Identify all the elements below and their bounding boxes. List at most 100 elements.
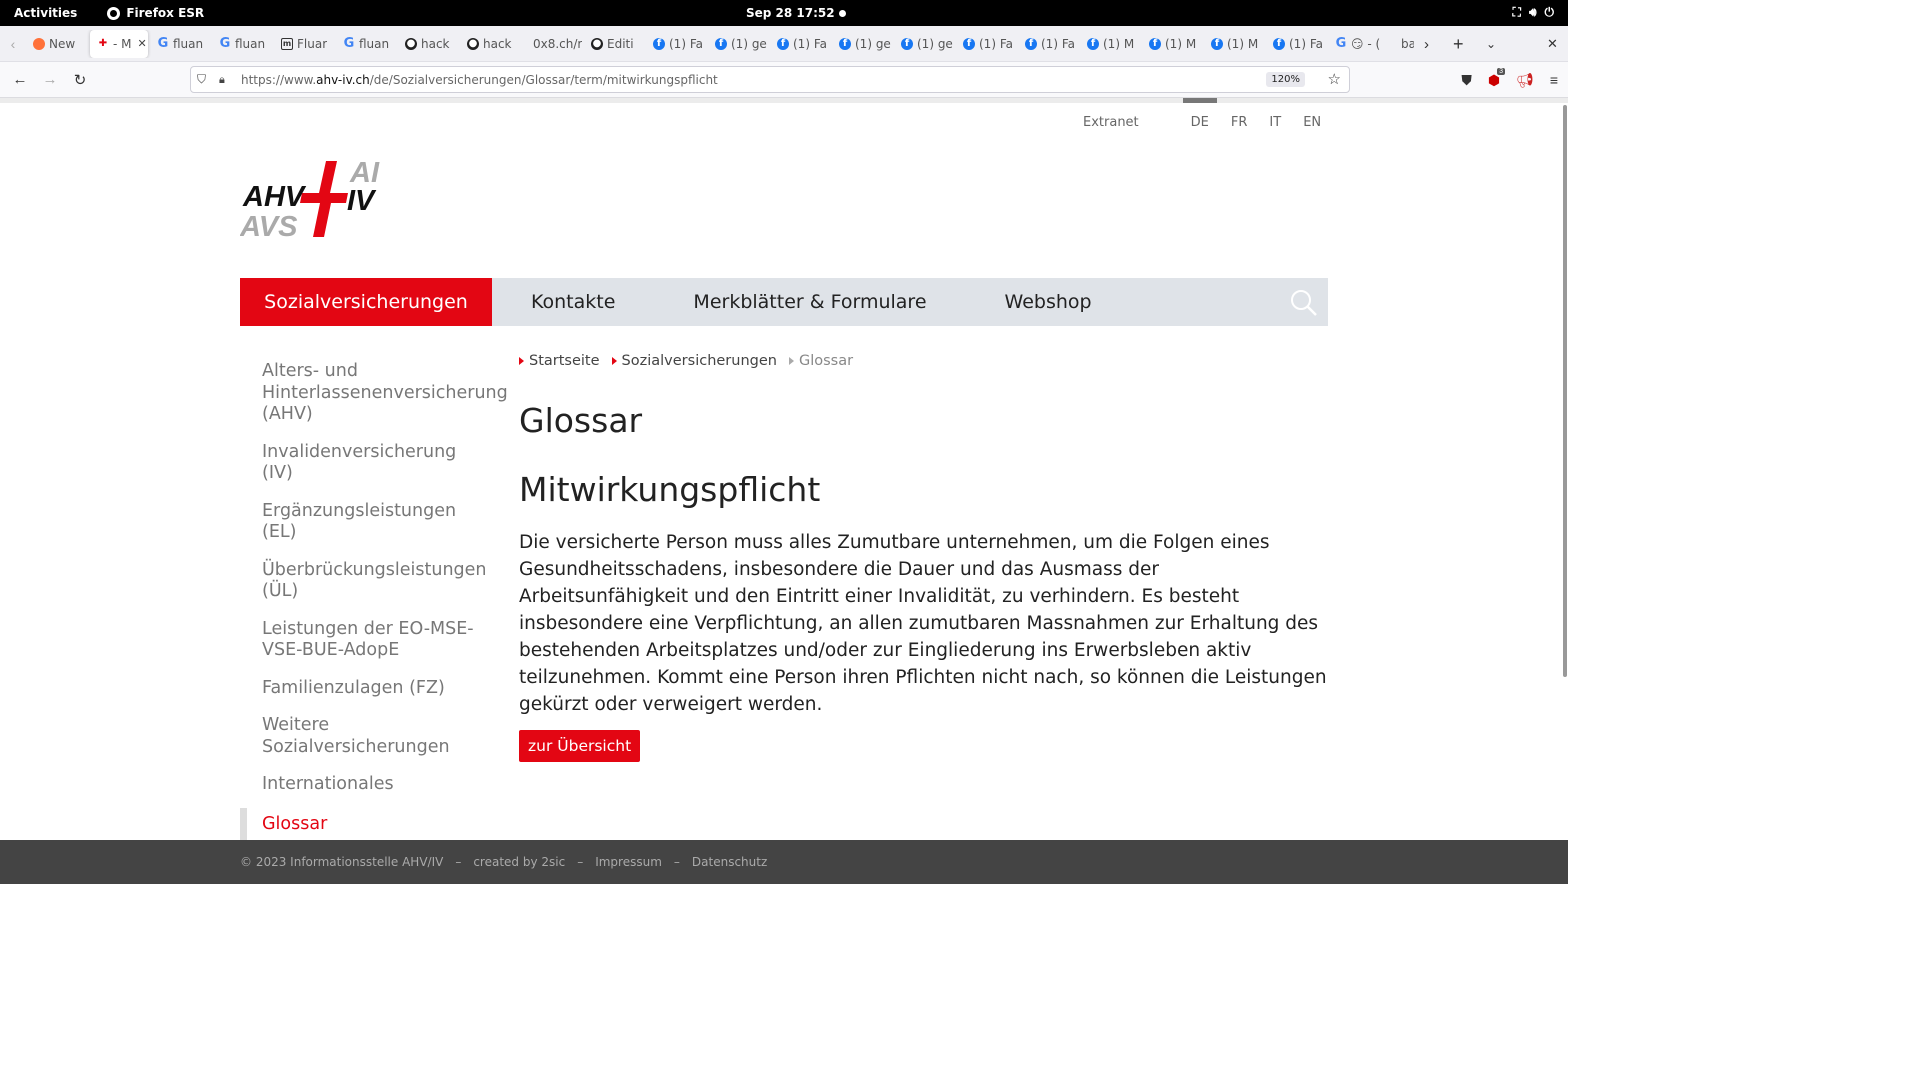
sidebar-item-weitere[interactable]: Weitere Sozialversicherungen: [240, 715, 492, 758]
network-icon: ⛶: [1512, 5, 1521, 19]
app-menu[interactable]: Firefox ESR: [107, 6, 204, 20]
url-bar[interactable]: ⛉ 🔒︎ https://www.ahv-iv.ch/de/Sozialvers…: [190, 66, 1350, 93]
footer-datenschutz-link[interactable]: Datenschutz: [692, 855, 767, 869]
tab[interactable]: bab: [1390, 30, 1414, 58]
lang-de-link[interactable]: DE: [1182, 98, 1217, 130]
back-button[interactable]: ←: [5, 71, 35, 88]
tab[interactable]: Gfluan: [212, 30, 274, 58]
tab[interactable]: ● Editi: [584, 30, 646, 58]
system-menu[interactable]: ⛶ 🔊︎ ⏻: [1513, 5, 1554, 20]
volume-icon: 🔊︎: [1528, 5, 1537, 19]
extranet-link[interactable]: Extranet: [1083, 115, 1139, 130]
tab[interactable]: Gfluan: [336, 30, 398, 58]
url-text[interactable]: https://www.ahv-iv.ch/de/Sozialversicher…: [241, 73, 718, 87]
tab[interactable]: f (1) Fa: [956, 30, 1018, 58]
tab-label: (1) M: [1165, 36, 1197, 51]
nav-sozialversicherungen[interactable]: Sozialversicherungen: [240, 278, 492, 326]
tab-label: New: [49, 36, 76, 51]
tracking-protection-shield-icon[interactable]: ⛉: [197, 72, 211, 87]
forward-button[interactable]: →: [35, 71, 65, 88]
nav-merkblaetter-formulare[interactable]: Merkblätter & Formulare: [654, 278, 965, 326]
list-all-tabs-button[interactable]: ⌄: [1486, 26, 1496, 62]
search-icon[interactable]: [1290, 289, 1318, 317]
facebook-icon: f: [1025, 37, 1037, 50]
facebook-icon: f: [839, 37, 851, 50]
zoom-level-button[interactable]: 120%: [1266, 72, 1305, 87]
breadcrumb-sozialversicherungen[interactable]: Sozialversicherungen: [611, 353, 777, 369]
sidebar-item-eo[interactable]: Leistungen der EO-MSE-VSE-BUE-AdopE: [240, 619, 492, 662]
page-scrollbar[interactable]: [1563, 105, 1567, 677]
tab[interactable]: ● hack: [398, 30, 460, 58]
ublock-icon[interactable]: ⬢ 3: [1488, 67, 1506, 89]
breadcrumb-startseite[interactable]: Startseite: [519, 353, 600, 369]
tab[interactable]: f (1) Fa: [770, 30, 832, 58]
tab[interactable]: f (1) M: [1204, 30, 1266, 58]
logo-ahv-text: AHV: [242, 181, 307, 213]
github-icon: ●: [405, 37, 417, 50]
lock-icon[interactable]: 🔒︎: [219, 73, 231, 87]
sidebar-item-ul[interactable]: Überbrückungsleistungen (ÜL): [240, 560, 492, 603]
sidebar-item-el[interactable]: Ergänzungsleistungen (EL): [240, 501, 492, 544]
lang-fr-link[interactable]: FR: [1231, 115, 1248, 130]
tab[interactable]: f (1) Fa: [1018, 30, 1080, 58]
wiki-icon: m: [281, 37, 293, 50]
github-icon: ●: [591, 37, 603, 50]
tab-label: (1) M: [1227, 36, 1259, 51]
term-definition: Die versicherte Person muss alles Zumutb…: [519, 532, 1327, 715]
sidebar-item-iv[interactable]: Invalidenversicherung (IV): [240, 442, 492, 485]
close-window-button[interactable]: ✕: [1547, 26, 1558, 62]
tab[interactable]: New: [26, 30, 88, 58]
new-tab-button[interactable]: +: [1453, 26, 1464, 62]
footer-created-by-link[interactable]: created by 2sic: [473, 855, 565, 869]
tab[interactable]: f (1) ge: [894, 30, 956, 58]
tab-scroll-left-button[interactable]: ‹: [0, 36, 26, 52]
tab-active[interactable]: ✚ - M ✕: [90, 29, 148, 58]
sidebar-item-fz[interactable]: Familienzulagen (FZ): [240, 678, 492, 700]
breadcrumb-arrow-icon: [611, 357, 617, 365]
back-to-overview-button[interactable]: zur Übersicht: [519, 730, 641, 762]
tab-label: (1) Fa: [793, 36, 827, 51]
tab-label: (1) ge: [917, 36, 953, 51]
nav-kontakte[interactable]: Kontakte: [492, 278, 654, 326]
sidebar-item-glossar[interactable]: Glossar: [240, 807, 492, 841]
tab-label: Fluar: [297, 36, 328, 51]
tab-label: Editi: [607, 36, 634, 51]
clock[interactable]: Sep 28 17:52: [746, 6, 835, 20]
sidebar-item-ahv[interactable]: Alters- und Hinterlassenenversicherung (…: [240, 361, 508, 426]
extension-megaphone-icon[interactable]: 📢︎: [1516, 72, 1534, 89]
lang-en-link[interactable]: EN: [1303, 115, 1321, 130]
tab[interactable]: Gfluan: [150, 30, 212, 58]
tab[interactable]: ● hack: [460, 30, 522, 58]
tab-label: fluan: [359, 36, 390, 51]
tab[interactable]: f (1) ge: [832, 30, 894, 58]
tab[interactable]: f (1) M: [1142, 30, 1204, 58]
nav-webshop[interactable]: Webshop: [966, 278, 1131, 326]
tab-scroll-right-button[interactable]: ›: [1424, 26, 1429, 62]
tab-label: (1) M: [1103, 36, 1135, 51]
tab-label: fluan: [173, 36, 204, 51]
tab[interactable]: f (1) Fa: [1266, 30, 1328, 58]
breadcrumb-arrow-icon: [788, 357, 794, 365]
hamburger-menu-icon[interactable]: ≡: [1550, 72, 1558, 88]
tab-label: - M: [113, 36, 132, 51]
tab[interactable]: f (1) Fa: [646, 30, 708, 58]
tab[interactable]: 0x8.ch/r: [522, 30, 584, 58]
breadcrumb: Startseite Sozialversicherungen Glossar: [519, 353, 1329, 369]
tab[interactable]: f (1) M: [1080, 30, 1142, 58]
footer-separator: –: [673, 855, 680, 869]
lang-it-link[interactable]: IT: [1269, 115, 1281, 130]
tab[interactable]: f (1) ge: [708, 30, 770, 58]
breadcrumb-glossar: Glossar: [788, 353, 853, 369]
close-tab-icon[interactable]: ✕: [138, 37, 147, 50]
ahv-iv-logo[interactable]: AHV AVS AI IV: [240, 158, 390, 243]
facebook-icon: f: [777, 37, 789, 50]
app-name: Firefox ESR: [126, 6, 205, 20]
reload-button[interactable]: ↻: [65, 71, 95, 89]
footer-impressum-link[interactable]: Impressum: [595, 855, 662, 869]
sidebar-item-internationales[interactable]: Internationales: [240, 774, 492, 796]
tab[interactable]: m Fluar: [274, 30, 336, 58]
activities-button[interactable]: Activities: [0, 6, 91, 20]
pocket-icon[interactable]: ⛊: [1461, 72, 1472, 89]
bookmark-star-icon[interactable]: ☆: [1328, 70, 1341, 88]
tab[interactable]: G 😏 - (: [1328, 30, 1390, 58]
